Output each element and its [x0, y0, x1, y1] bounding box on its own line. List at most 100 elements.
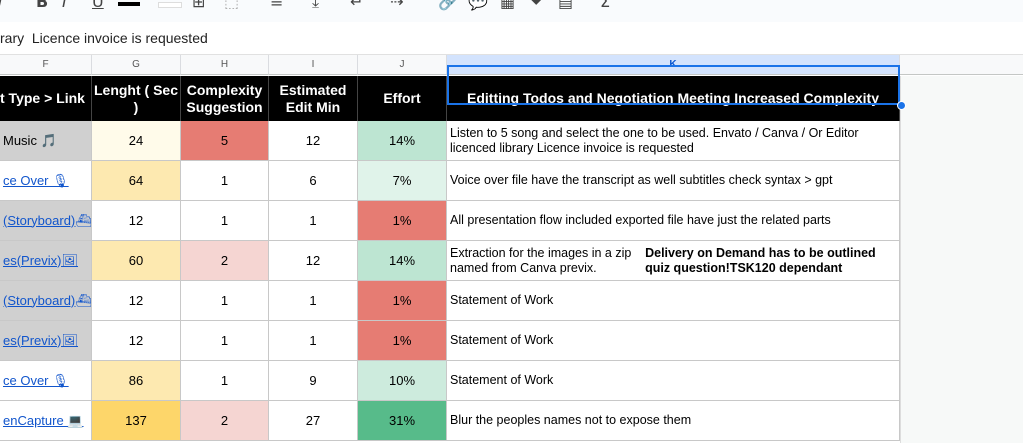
- functions-icon[interactable]: Σ: [600, 0, 610, 10]
- chart-icon[interactable]: ▦: [500, 0, 515, 10]
- header-cell-j[interactable]: Effort: [358, 76, 447, 121]
- cell-g[interactable]: 12: [92, 281, 181, 321]
- underline-icon[interactable]: U: [92, 0, 104, 10]
- cell-f[interactable]: es(Previx)🖼: [0, 241, 92, 281]
- header-cell-f[interactable]: t Type > Link: [0, 76, 92, 121]
- italic-icon[interactable]: I: [62, 0, 67, 10]
- cell-k[interactable]: Blur the peoples names not to expose the…: [447, 401, 900, 441]
- cell-j[interactable]: 14%: [358, 121, 447, 161]
- cell-k-text: Statement of Work: [450, 333, 554, 347]
- header-cell-h[interactable]: Complexity Suggestion: [181, 76, 269, 121]
- toolbar: 𝐼 B I U ⊞ ⬚ ≡ ⤓ ↵ ⇢ 🔗 💬 ▦ ⏷ ▤ Σ: [0, 0, 1023, 22]
- cell-g[interactable]: 24: [92, 121, 181, 161]
- cell-k-bold-text: Delivery on Demand has to be outlined qu…: [645, 245, 876, 275]
- link-icon[interactable]: 🔗: [438, 0, 458, 10]
- comment-icon[interactable]: 💬: [468, 0, 488, 10]
- cell-k-text: All presentation flow included exported …: [450, 213, 831, 227]
- cell-f[interactable]: Music 🎵: [0, 121, 92, 161]
- cell-i[interactable]: 27: [269, 401, 358, 441]
- bold-icon[interactable]: B: [36, 0, 48, 10]
- cell-f-text[interactable]: ce Over 🎙: [3, 173, 69, 189]
- cell-f[interactable]: ce Over 🎙: [0, 161, 92, 201]
- table-icon[interactable]: ▤: [558, 0, 573, 10]
- cell-h[interactable]: 1: [181, 321, 269, 361]
- cell-j[interactable]: 7%: [358, 161, 447, 201]
- fill-handle[interactable]: [897, 101, 906, 110]
- header-cell-i[interactable]: Estimated Edit Min: [269, 76, 358, 121]
- cell-f[interactable]: (Storyboard)⛴: [0, 201, 92, 241]
- cell-k-text: Statement of Work: [450, 293, 554, 307]
- cell-h[interactable]: 1: [181, 161, 269, 201]
- header-cell-k[interactable]: Editting Todos and Negotiation Meeting I…: [447, 76, 900, 121]
- cell-h[interactable]: 2: [181, 241, 269, 281]
- cell-j[interactable]: 1%: [358, 201, 447, 241]
- cell-k[interactable]: Statement of Work: [447, 321, 900, 361]
- wrap-icon[interactable]: ↵: [350, 0, 363, 10]
- cell-k-text: Voice over file have the transcript as w…: [450, 173, 833, 187]
- cell-h[interactable]: 1: [181, 281, 269, 321]
- cell-f[interactable]: es(Previx)🖼: [0, 321, 92, 361]
- valign-icon[interactable]: ⤓: [312, 0, 319, 10]
- cell-g[interactable]: 60: [92, 241, 181, 281]
- cell-i[interactable]: 1: [269, 281, 358, 321]
- merge-icon[interactable]: ⬚: [224, 0, 239, 10]
- align-icon[interactable]: ≡: [270, 0, 283, 10]
- cell-k[interactable]: Statement of Work: [447, 281, 900, 321]
- italic-icon[interactable]: 𝐼: [0, 0, 2, 10]
- cell-i[interactable]: 1: [269, 321, 358, 361]
- cell-f-text: Music 🎵: [3, 132, 57, 148]
- cell-k-text: Listen to 5 song and select the one to b…: [450, 125, 859, 155]
- cell-g[interactable]: 64: [92, 161, 181, 201]
- cell-i[interactable]: 12: [269, 241, 358, 281]
- formula-bar[interactable]: rary Licence invoice is requested: [0, 22, 1023, 55]
- column-header-f[interactable]: F: [0, 55, 92, 75]
- cell-k[interactable]: Statement of Work: [447, 361, 900, 401]
- header-cell-g[interactable]: Lenght ( Sec ): [92, 76, 181, 121]
- cell-g[interactable]: 137: [92, 401, 181, 441]
- formula-bar-text: rary Licence invoice is requested: [0, 30, 208, 46]
- fill-color-icon[interactable]: [158, 2, 182, 8]
- filter-icon[interactable]: ⏷: [530, 0, 543, 10]
- cell-k-text: Statement of Work: [450, 373, 554, 387]
- cell-k[interactable]: Extraction for the images in a zip named…: [447, 241, 900, 281]
- cell-g[interactable]: 86: [92, 361, 181, 401]
- cell-f-text[interactable]: enCapture 💻: [3, 413, 84, 429]
- borders-icon[interactable]: ⊞: [192, 0, 205, 10]
- cell-j[interactable]: 1%: [358, 321, 447, 361]
- column-header-g[interactable]: G: [92, 55, 181, 75]
- cell-j[interactable]: 10%: [358, 361, 447, 401]
- cell-f-text[interactable]: es(Previx)🖼: [3, 253, 78, 269]
- cell-k-text: Blur the peoples names not to expose the…: [450, 413, 692, 427]
- cell-h[interactable]: 1: [181, 361, 269, 401]
- cell-j[interactable]: 14%: [358, 241, 447, 281]
- cell-f-text[interactable]: (Storyboard)⛴: [3, 213, 91, 229]
- cell-g[interactable]: 12: [92, 321, 181, 361]
- cell-i[interactable]: 6: [269, 161, 358, 201]
- cell-h[interactable]: 1: [181, 201, 269, 241]
- cell-k[interactable]: Listen to 5 song and select the one to b…: [447, 121, 900, 161]
- cell-f-text[interactable]: es(Previx)🖼: [3, 333, 78, 349]
- text-color-icon[interactable]: [118, 2, 140, 6]
- cell-j[interactable]: 1%: [358, 281, 447, 321]
- cell-g[interactable]: 12: [92, 201, 181, 241]
- cell-f-text[interactable]: ce Over 🎙: [3, 373, 69, 389]
- cell-k[interactable]: All presentation flow included exported …: [447, 201, 900, 241]
- column-header-k[interactable]: K: [447, 55, 900, 75]
- cell-h[interactable]: 5: [181, 121, 269, 161]
- cell-f[interactable]: ce Over 🎙: [0, 361, 92, 401]
- column-header-j[interactable]: J: [358, 55, 447, 75]
- cell-i[interactable]: 1: [269, 201, 358, 241]
- column-header-h[interactable]: H: [181, 55, 269, 75]
- cell-h[interactable]: 2: [181, 401, 269, 441]
- cell-f[interactable]: enCapture 💻: [0, 401, 92, 441]
- column-header-i[interactable]: I: [269, 55, 358, 75]
- cell-f-text[interactable]: (Storyboard)⛴: [3, 293, 91, 309]
- cell-i[interactable]: 9: [269, 361, 358, 401]
- cell-k[interactable]: Voice over file have the transcript as w…: [447, 161, 900, 201]
- cell-i[interactable]: 12: [269, 121, 358, 161]
- spreadsheet-grid: F G H I J K t Type > Link Lenght ( Sec )…: [0, 55, 1023, 443]
- cell-j[interactable]: 31%: [358, 401, 447, 441]
- cell-f[interactable]: (Storyboard)⛴: [0, 281, 92, 321]
- rotate-icon[interactable]: ⇢: [390, 0, 403, 10]
- column-header-blank: [900, 55, 1023, 75]
